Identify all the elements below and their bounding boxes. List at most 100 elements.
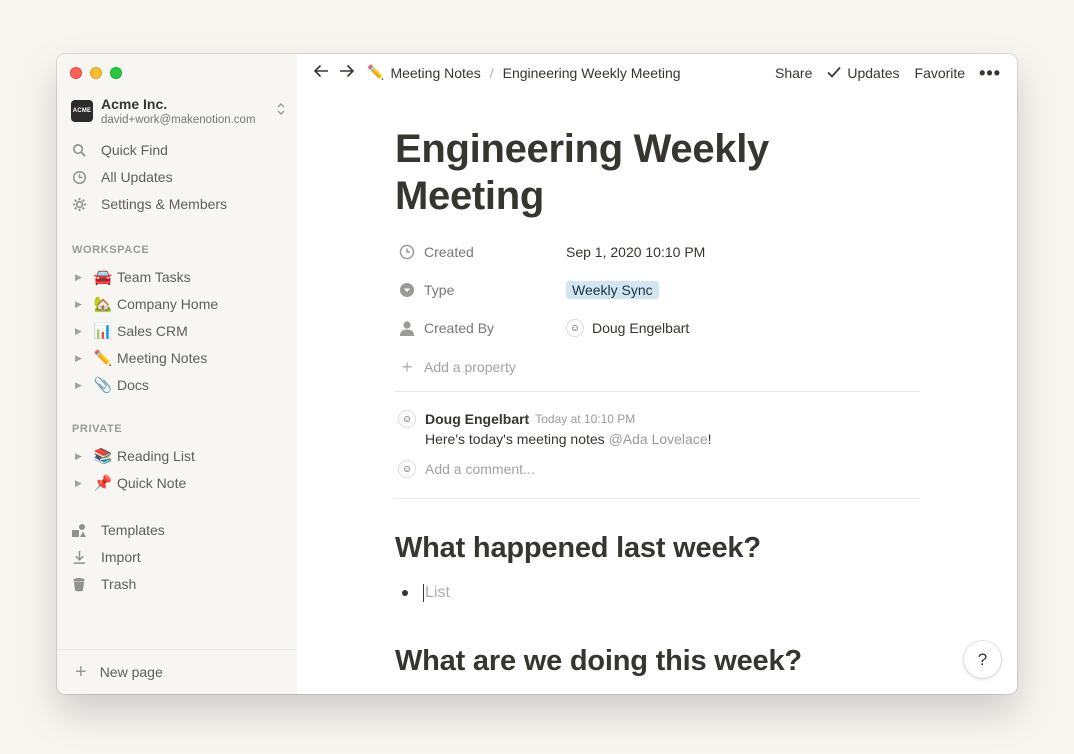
- property-name: Created By: [424, 320, 495, 336]
- property-value: Doug Engelbart: [592, 320, 690, 336]
- sidebar-item-settings[interactable]: Settings & Members: [71, 192, 227, 216]
- add-comment-input[interactable]: Add a comment...: [425, 461, 535, 477]
- triangle-right-icon[interactable]: ▶: [75, 478, 85, 489]
- sidebar-page-label: Team Tasks: [117, 269, 191, 285]
- sidebar-page-reading-list[interactable]: ▶ 📚 Reading List: [75, 444, 195, 468]
- comment: ☺ Doug Engelbart Today at 10:10 PM Here'…: [398, 410, 918, 447]
- heading-last-week[interactable]: What happened last week?: [395, 532, 761, 565]
- sidebar-page-team-tasks[interactable]: ▶ 🚘 Team Tasks: [75, 265, 191, 289]
- zoom-window-button[interactable]: [110, 67, 122, 79]
- pencil-icon: ✏️: [93, 349, 113, 367]
- text-caret: [423, 584, 424, 602]
- avatar: ☺: [398, 460, 416, 478]
- sidebar-page-docs[interactable]: ▶ 📎 Docs: [75, 373, 149, 397]
- pencil-icon: ✏️: [367, 65, 385, 81]
- updates-button[interactable]: Updates: [847, 65, 899, 81]
- sidebar-page-company-home[interactable]: ▶ 🏡 Company Home: [75, 292, 218, 316]
- type-tag[interactable]: Weekly Sync: [566, 281, 659, 299]
- add-comment-row: ☺ Add a comment...: [398, 460, 918, 478]
- traffic-lights: [70, 67, 122, 79]
- search-icon: [71, 142, 87, 158]
- bar-chart-icon: 📊: [93, 322, 113, 340]
- workspace-section-label: WORKSPACE: [72, 244, 150, 256]
- page-content: Engineering Weekly Meeting: [395, 126, 921, 220]
- triangle-right-icon[interactable]: ▶: [75, 272, 85, 283]
- add-property-label: Add a property: [424, 359, 516, 375]
- mention[interactable]: @Ada Lovelace: [609, 431, 708, 447]
- property-name: Created: [424, 244, 474, 260]
- books-icon: 📚: [93, 447, 113, 465]
- divider: [394, 498, 920, 499]
- close-window-button[interactable]: [70, 67, 82, 79]
- add-property-button[interactable]: + Add a property: [398, 355, 922, 379]
- sidebar: ACME Acme Inc. david+work@makenotion.com…: [57, 54, 297, 694]
- gear-icon: [71, 196, 87, 212]
- sidebar-page-label: Reading List: [117, 448, 195, 464]
- sidebar-item-import[interactable]: Import: [71, 545, 141, 569]
- minimize-window-button[interactable]: [90, 67, 102, 79]
- breadcrumb-separator: /: [489, 65, 494, 81]
- plus-icon: +: [75, 661, 87, 683]
- help-button[interactable]: ?: [964, 641, 1001, 678]
- favorite-button[interactable]: Favorite: [915, 65, 966, 81]
- pushpin-icon: 📌: [93, 474, 113, 492]
- sidebar-item-trash[interactable]: Trash: [71, 572, 136, 596]
- workspace-name: Acme Inc.: [101, 96, 168, 112]
- chevron-updown-icon: [275, 102, 287, 117]
- sidebar-page-label: Quick Note: [117, 475, 187, 491]
- more-options-icon[interactable]: •••: [979, 64, 1001, 82]
- property-name: Type: [424, 282, 455, 298]
- sidebar-page-meeting-notes[interactable]: ▶ ✏️ Meeting Notes: [75, 346, 207, 370]
- avatar: ☺: [566, 319, 584, 337]
- share-button[interactable]: Share: [775, 65, 812, 81]
- workspace-switcher[interactable]: ACME Acme Inc. david+work@makenotion.com: [71, 96, 287, 128]
- forward-arrow-icon[interactable]: [339, 63, 355, 83]
- person-icon: [398, 319, 416, 337]
- comment-text: Here's today's meeting notes: [425, 431, 609, 447]
- sidebar-item-label: Trash: [101, 576, 137, 592]
- topbar: ✏️ Meeting Notes / Engineering Weekly Me…: [297, 54, 1017, 92]
- breadcrumb-item-current[interactable]: Engineering Weekly Meeting: [503, 65, 681, 81]
- property-created-by[interactable]: Created By ☺ Doug Engelbart: [398, 316, 922, 340]
- new-page-button[interactable]: + New page: [57, 649, 297, 694]
- plus-icon: +: [401, 356, 413, 377]
- breadcrumb: ✏️ Meeting Notes / Engineering Weekly Me…: [367, 65, 681, 81]
- download-icon: [71, 549, 87, 565]
- property-value: Sep 1, 2020 10:10 PM: [566, 244, 706, 260]
- sidebar-item-all-updates[interactable]: All Updates: [71, 165, 173, 189]
- list-item[interactable]: List: [402, 584, 450, 602]
- sidebar-item-quick-find[interactable]: Quick Find: [71, 138, 168, 162]
- divider: [394, 391, 920, 392]
- shapes-icon: [71, 522, 87, 538]
- list-placeholder: List: [425, 584, 450, 601]
- page-title-line: Meeting: [395, 174, 545, 218]
- property-created[interactable]: Created Sep 1, 2020 10:10 PM: [398, 240, 922, 264]
- app-window: ACME Acme Inc. david+work@makenotion.com…: [57, 54, 1017, 694]
- triangle-right-icon[interactable]: ▶: [75, 451, 85, 462]
- comment-body: Here's today's meeting notes @Ada Lovela…: [398, 431, 918, 447]
- triangle-right-icon[interactable]: ▶: [75, 353, 85, 364]
- heading-this-week[interactable]: What are we doing this week?: [395, 645, 802, 678]
- breadcrumb-item-meeting-notes[interactable]: Meeting Notes: [390, 65, 480, 81]
- comment-author: Doug Engelbart: [425, 411, 530, 427]
- private-section-label: PRIVATE: [72, 423, 123, 435]
- sidebar-item-label: Templates: [101, 522, 165, 538]
- triangle-right-icon[interactable]: ▶: [75, 299, 85, 310]
- sidebar-item-label: Quick Find: [101, 142, 168, 158]
- sidebar-item-label: All Updates: [101, 169, 173, 185]
- property-type[interactable]: Type Weekly Sync: [398, 278, 922, 302]
- triangle-right-icon[interactable]: ▶: [75, 326, 85, 337]
- sidebar-item-templates[interactable]: Templates: [71, 518, 165, 542]
- sidebar-page-sales-crm[interactable]: ▶ 📊 Sales CRM: [75, 319, 188, 343]
- back-arrow-icon[interactable]: [313, 63, 329, 83]
- sidebar-page-label: Sales CRM: [117, 323, 188, 339]
- sidebar-item-label: Import: [101, 549, 141, 565]
- sidebar-page-quick-note[interactable]: ▶ 📌 Quick Note: [75, 471, 186, 495]
- workspace-email: david+work@makenotion.com: [101, 114, 256, 126]
- select-icon: [398, 281, 416, 299]
- page-title[interactable]: Engineering Weekly Meeting: [395, 126, 921, 220]
- triangle-right-icon[interactable]: ▶: [75, 380, 85, 391]
- bullet-icon: [402, 590, 408, 596]
- clock-icon: [398, 243, 416, 261]
- sidebar-item-label: Settings & Members: [101, 196, 228, 212]
